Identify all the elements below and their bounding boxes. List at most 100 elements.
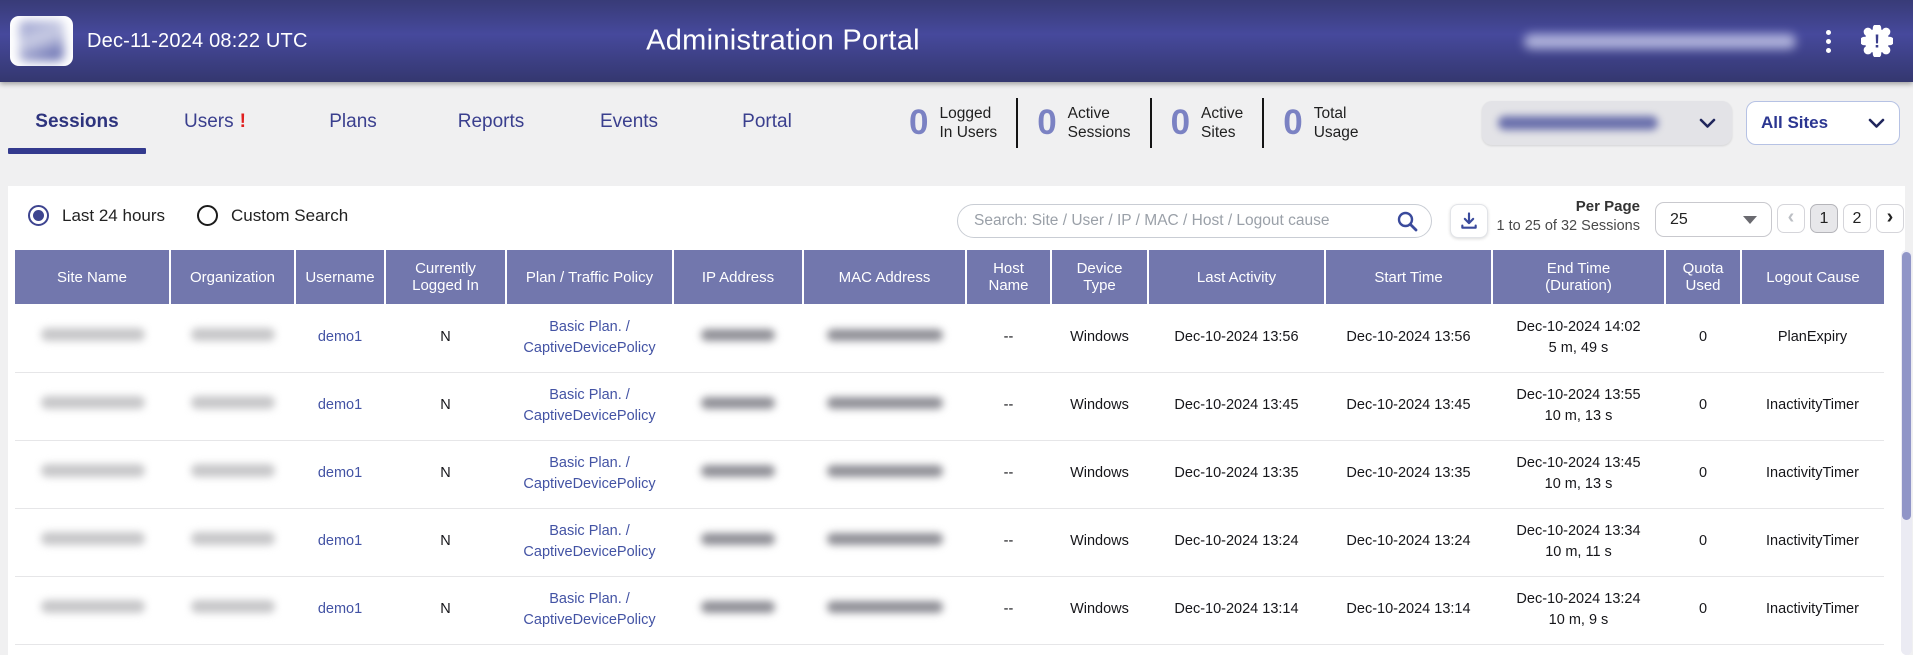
tab-events[interactable]: Events [560, 82, 698, 172]
radio-unselected-icon[interactable] [197, 205, 218, 226]
search-input[interactable] [957, 204, 1432, 238]
dropdown-group: All Sites [1482, 101, 1900, 153]
cell-username[interactable]: demo1 [295, 576, 385, 644]
cell-last-activity: Dec-10-2024 13:14 [1148, 576, 1325, 644]
table-row: demo1 N Basic Plan. / CaptiveDevicePolic… [15, 440, 1884, 508]
results-range-text: 1 to 25 of 32 Sessions [1486, 217, 1640, 236]
radio-last-24-hours-label: Last 24 hours [62, 206, 165, 226]
cell-ip-address [673, 372, 803, 440]
cell-quota-used: 0 [1665, 576, 1741, 644]
cell-logout-cause: InactivityTimer [1741, 372, 1884, 440]
end-time: Dec-10-2024 14:02 [1496, 317, 1661, 338]
organization-dropdown[interactable] [1482, 101, 1732, 145]
cell-logout-cause: PlanExpiry [1741, 304, 1884, 372]
mac-address-redacted [827, 533, 943, 545]
radio-custom-search[interactable]: Custom Search [197, 205, 348, 226]
chevron-down-icon [1868, 118, 1885, 129]
download-button[interactable] [1450, 204, 1488, 238]
tab-plans[interactable]: Plans [284, 82, 422, 172]
cell-organization [170, 440, 295, 508]
cell-ip-address [673, 576, 803, 644]
prev-page-button[interactable]: ‹ [1777, 204, 1805, 233]
tab-reports[interactable]: Reports [422, 82, 560, 172]
ip-address-redacted [701, 533, 775, 545]
page-size-dropdown[interactable]: 25 [1655, 202, 1772, 237]
sessions-table: Site Name Organization Username Currentl… [15, 250, 1884, 645]
cell-end-time: Dec-10-2024 14:025 m, 49 s [1492, 304, 1665, 372]
col-plan-traffic-policy: Plan / Traffic Policy [506, 250, 673, 304]
table-header-row: Site Name Organization Username Currentl… [15, 250, 1884, 304]
radio-selected-icon[interactable] [28, 205, 49, 226]
cell-currently-logged-in: N [385, 576, 506, 644]
cell-currently-logged-in: N [385, 304, 506, 372]
col-ip-address: IP Address [673, 250, 803, 304]
search-box [957, 204, 1432, 238]
scrollbar-thumb[interactable] [1902, 252, 1911, 520]
col-site-name: Site Name [15, 250, 170, 304]
cell-mac-address [803, 576, 966, 644]
vertical-scrollbar[interactable] [1901, 250, 1912, 655]
cell-quota-used: 0 [1665, 304, 1741, 372]
cell-username[interactable]: demo1 [295, 372, 385, 440]
end-time: Dec-10-2024 13:24 [1496, 589, 1661, 610]
cell-plan-traffic-policy[interactable]: Basic Plan. / CaptiveDevicePolicy [506, 440, 673, 508]
cell-plan-traffic-policy[interactable]: Basic Plan. / CaptiveDevicePolicy [506, 508, 673, 576]
cell-organization [170, 372, 295, 440]
tab-users[interactable]: Users! [146, 82, 284, 172]
tab-plans-label: Plans [329, 111, 377, 133]
tab-sessions-label: Sessions [35, 111, 118, 133]
col-quota-used: Quota Used [1665, 250, 1741, 304]
tab-users-label: Users [184, 111, 234, 133]
cell-mac-address [803, 440, 966, 508]
search-icon[interactable] [1396, 210, 1418, 232]
stat-logged-in-users-value: 0 [909, 103, 928, 143]
organization-redacted [191, 532, 275, 545]
cell-organization [170, 576, 295, 644]
duration: 5 m, 49 s [1496, 338, 1661, 359]
cell-start-time: Dec-10-2024 13:45 [1325, 372, 1492, 440]
col-device-type: Device Type [1051, 250, 1148, 304]
pagination: ‹ 1 2 › [1777, 204, 1904, 233]
stat-active-sites: 0 Active Sites [1152, 103, 1263, 143]
next-page-button[interactable]: › [1876, 204, 1904, 233]
cell-last-activity: Dec-10-2024 13:35 [1148, 440, 1325, 508]
cell-plan-traffic-policy[interactable]: Basic Plan. / CaptiveDevicePolicy [506, 576, 673, 644]
cell-ip-address [673, 440, 803, 508]
cell-start-time: Dec-10-2024 13:56 [1325, 304, 1492, 372]
site-name-redacted [41, 600, 145, 613]
cell-organization [170, 508, 295, 576]
organization-redacted [191, 328, 275, 341]
all-sites-dropdown[interactable]: All Sites [1746, 101, 1900, 145]
cell-site-name [15, 508, 170, 576]
organization-redacted [191, 600, 275, 613]
ip-address-redacted [701, 329, 775, 341]
kebab-menu-icon[interactable] [1820, 26, 1837, 57]
cell-host-name: -- [966, 508, 1051, 576]
cell-host-name: -- [966, 576, 1051, 644]
page-1-button[interactable]: 1 [1810, 204, 1838, 233]
mac-address-redacted [827, 329, 943, 341]
cell-logout-cause: InactivityTimer [1741, 508, 1884, 576]
user-email-redacted [1524, 34, 1796, 49]
stat-active-sessions-value: 0 [1037, 103, 1056, 143]
tab-portal[interactable]: Portal [698, 82, 836, 172]
site-name-redacted [41, 328, 145, 341]
cell-plan-traffic-policy[interactable]: Basic Plan. / CaptiveDevicePolicy [506, 304, 673, 372]
cell-username[interactable]: demo1 [295, 304, 385, 372]
organization-redacted [191, 464, 275, 477]
cell-site-name [15, 440, 170, 508]
tab-sessions[interactable]: Sessions [8, 82, 146, 172]
cell-username[interactable]: demo1 [295, 508, 385, 576]
alert-badge-icon[interactable]: ! [1861, 25, 1893, 57]
mac-address-redacted [827, 397, 943, 409]
col-end-time-duration: End Time (Duration) [1492, 250, 1665, 304]
radio-last-24-hours[interactable]: Last 24 hours [28, 205, 165, 226]
sessions-panel: Last 24 hours Custom Search [8, 186, 1905, 655]
page-2-button[interactable]: 2 [1843, 204, 1871, 233]
cell-ip-address [673, 508, 803, 576]
cell-username[interactable]: demo1 [295, 440, 385, 508]
stat-active-sessions: 0 Active Sessions [1018, 103, 1149, 143]
download-icon [1459, 211, 1479, 231]
cell-plan-traffic-policy[interactable]: Basic Plan. / CaptiveDevicePolicy [506, 372, 673, 440]
mac-address-redacted [827, 601, 943, 613]
